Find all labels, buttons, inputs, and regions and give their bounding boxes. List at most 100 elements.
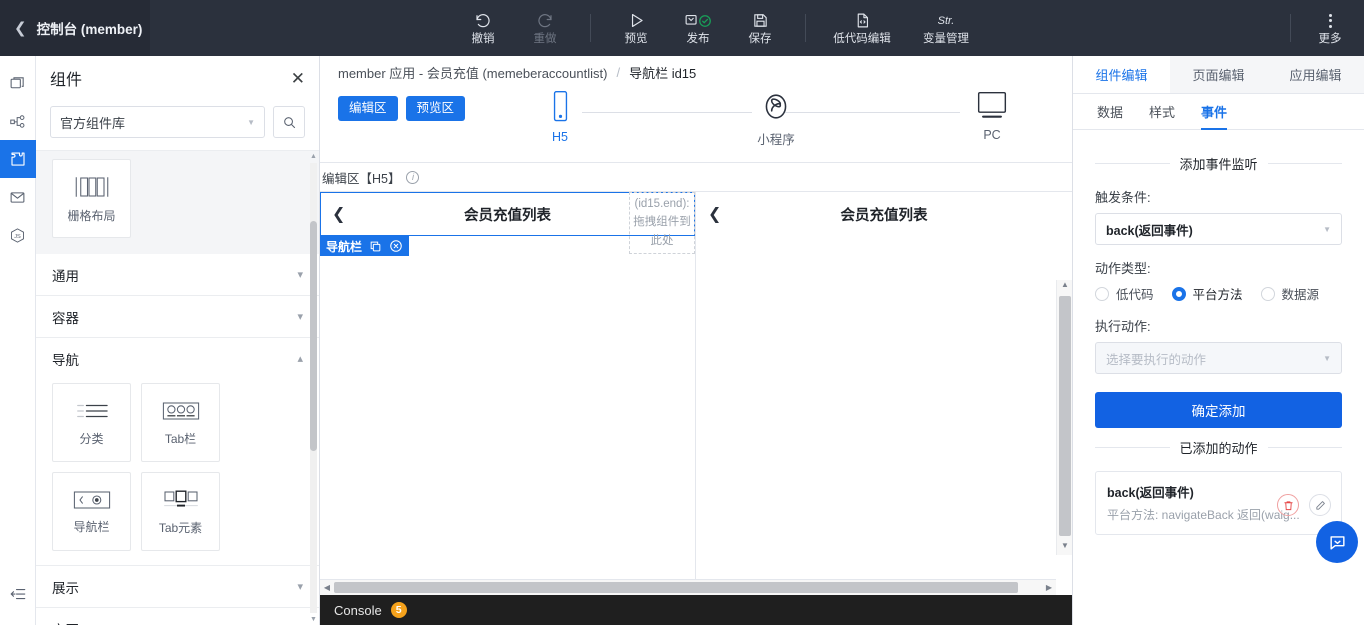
canvas-horizontal-scrollbar[interactable]: ◀ ▶ [320,579,1056,595]
scroll-down-arrow[interactable]: ▼ [1057,541,1073,555]
trigger-condition-label: 触发条件: [1095,190,1151,205]
device-tab-label: PC [983,128,1001,142]
more-vertical-icon [1328,11,1332,31]
scroll-right-arrow[interactable]: ▶ [1042,583,1056,592]
lowcode-edit-button[interactable]: 低代码编辑 [820,0,904,56]
subtab-data[interactable]: 数据 [1097,94,1123,130]
device-tab-miniapp[interactable]: 小程序 [736,90,816,148]
component-card-label: Tab元素 [158,520,203,535]
sitemap-icon [9,113,26,130]
top-toolbar: ❮ 控制台 (member) 撤销 重做 预览 发布 保存 低代码编辑 Str.… [0,0,1364,56]
tab-page-edit[interactable]: 页面编辑 [1170,56,1267,93]
info-icon[interactable]: i [406,170,420,184]
radio-lowcode[interactable]: 低代码 [1095,284,1154,303]
play-icon [627,11,646,31]
scrollbar-thumb[interactable] [1059,296,1071,536]
rail-item-pages[interactable] [0,64,36,102]
toolbar-divider-3 [1290,14,1291,42]
components-search-button[interactable] [273,106,305,138]
save-button[interactable]: 保存 [729,0,791,56]
variable-manage-button[interactable]: Str. 变量管理 [904,0,988,56]
component-group-header-general[interactable]: 通用 ▾ [36,254,319,295]
radio-platform-method[interactable]: 平台方法 [1171,284,1243,303]
js-icon: JS [9,227,26,244]
edit-canvas[interactable]: ❮ 会员充值列表 导航栏 (id15.end): 拖拽组件到此处 [320,192,696,601]
rail-item-scripts[interactable]: JS [0,216,36,254]
scrollbar-thumb[interactable] [334,582,1018,593]
rail-item-messages[interactable] [0,178,36,216]
component-card-label: 导航栏 [73,519,110,534]
trash-icon[interactable] [1277,494,1299,516]
console-title: 控制台 (member) [36,22,143,37]
grid-layout-icon [74,174,110,200]
radio-label: 低代码 [1116,288,1154,302]
preview-zone-button[interactable]: 预览区 [405,96,466,121]
component-group-display: 展示 ▾ [36,566,319,608]
components-scrollbar[interactable]: ▲ ▼ [310,151,317,625]
edit-zone-button[interactable]: 编辑区 [338,96,398,121]
component-dropzone[interactable]: (id15.end): 拖拽组件到此处 [629,192,695,254]
preview-navbar-component: ❮ 会员充值列表 [696,192,1072,236]
added-action-item[interactable]: back(返回事件) 平台方法: navigateBack 返回(waig... [1095,471,1342,535]
component-card-category[interactable]: 分类 [52,383,131,462]
component-library-value: 官方组件库 [60,115,126,131]
preview-canvas[interactable]: ❮ 会员充值列表 [696,192,1072,601]
rail-item-sitemap[interactable] [0,102,36,140]
breadcrumb: member 应用 - 会员充值 (memeberaccountlist) / … [320,56,1072,88]
component-card-label: Tab栏 [164,431,197,446]
component-card-tab-element[interactable]: Tab元素 [141,472,220,551]
trigger-condition-select[interactable]: back(返回事件) ▼ [1095,213,1342,245]
tab-app-edit[interactable]: 应用编辑 [1267,56,1364,93]
publish-button[interactable]: 发布 [667,0,729,56]
breadcrumb-app[interactable]: member 应用 - 会员充值 (memeberaccountlist) [338,63,607,82]
more-menu[interactable]: 更多 [1290,0,1364,56]
component-group-header-display[interactable]: 展示 ▾ [36,566,319,607]
tab-component-edit[interactable]: 组件编辑 [1073,56,1170,93]
tab-bar-icon [161,399,201,423]
redo-icon [536,11,554,31]
scroll-up-arrow[interactable]: ▲ [310,153,317,160]
subtab-style[interactable]: 样式 [1149,94,1175,130]
scroll-up-arrow[interactable]: ▲ [1057,280,1073,294]
scroll-down-arrow[interactable]: ▼ [310,616,317,623]
subtab-events[interactable]: 事件 [1201,94,1228,130]
component-group-navigation: 导航 ▴ 分类 Tab栏 导航栏 Tab元素 [36,338,319,566]
component-group-container: 容器 ▾ [36,296,319,338]
puzzle-icon [9,150,27,168]
component-group-interaction: 交互 ▾ [36,608,319,625]
scrollbar-thumb[interactable] [310,221,317,451]
scroll-left-arrow[interactable]: ◀ [320,583,334,592]
canvas-vertical-scrollbar[interactable]: ▲ ▼ [1056,280,1072,555]
confirm-add-button[interactable]: 确定添加 [1095,392,1342,428]
redo-button[interactable]: 重做 [514,0,576,56]
rail-item-components[interactable] [0,140,36,178]
components-scroll-area[interactable]: 栅格布局 通用 ▾ 容器 ▾ 导航 ▴ 分类 Tab栏 导航栏 Tab元素 展示… [36,150,319,625]
console-home-button[interactable]: ❮ 控制台 (member) [0,0,150,56]
component-card-nav-bar[interactable]: 导航栏 [52,472,131,551]
component-group-header-container[interactable]: 容器 ▾ [36,296,319,337]
component-card-grid-layout[interactable]: 栅格布局 [52,159,131,238]
component-group-header-interaction[interactable]: 交互 ▾ [36,608,319,625]
undo-button[interactable]: 撤销 [452,0,514,56]
component-card-tab-bar[interactable]: Tab栏 [141,383,220,462]
console-badge: 5 [390,602,407,618]
device-tab-h5[interactable]: H5 [520,90,600,144]
console-label: Console [334,602,382,618]
right-panel: 组件编辑 页面编辑 应用编辑 数据 样式 事件 添加事件监听 触发条件: bac… [1072,56,1364,625]
radio-datasource[interactable]: 数据源 [1260,284,1319,303]
pencil-icon[interactable] [1309,494,1331,516]
close-circle-icon[interactable] [389,239,403,253]
left-icon-rail: JS [0,56,36,625]
close-icon[interactable]: ✕ [291,70,305,87]
copy-icon[interactable] [369,240,382,253]
device-tab-pc[interactable]: PC [952,90,1032,142]
preview-button[interactable]: 预览 [605,0,667,56]
component-group-header-navigation[interactable]: 导航 ▴ [36,338,319,379]
exec-action-select[interactable]: 选择要执行的动作 ▼ [1095,342,1342,374]
chat-bubble-icon[interactable] [1316,521,1358,563]
component-library-select[interactable]: 官方组件库 ▼ [50,106,265,138]
selection-tag-label: 导航栏 [326,239,363,254]
section-add-listener-title: 添加事件监听 [1179,157,1258,172]
rail-collapse-button[interactable] [0,585,36,603]
more-button[interactable]: 更多 [1299,0,1361,56]
